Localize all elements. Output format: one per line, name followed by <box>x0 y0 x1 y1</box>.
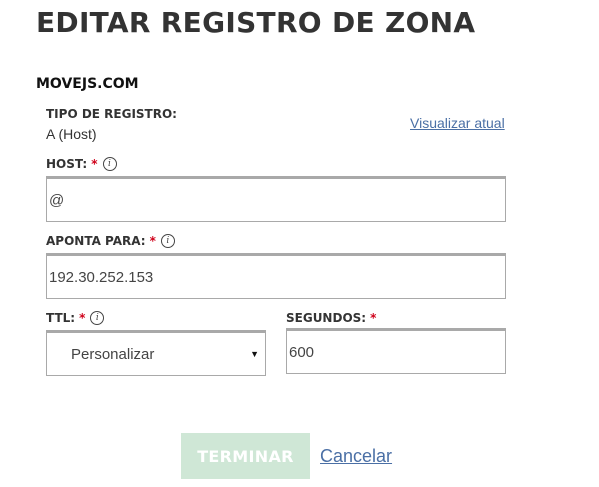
ttl-label-text: TTL: <box>46 311 76 325</box>
host-input-value: @ <box>49 191 65 209</box>
chevron-down-icon: ▼ <box>250 349 259 359</box>
record-type-value: A (Host) <box>46 126 97 142</box>
points-to-label: APONTA PARA: * i <box>46 233 175 249</box>
info-icon[interactable]: i <box>90 311 105 325</box>
record-type-label: TIPO DE REGISTRO: <box>46 106 177 122</box>
ttl-selected-value: Personalizar <box>71 345 155 363</box>
host-label-text: HOST: <box>46 157 88 171</box>
view-current-link[interactable]: Visualizar atual <box>410 114 505 132</box>
cancel-link[interactable]: Cancelar <box>320 445 392 467</box>
seconds-label: SEGUNDOS: * <box>286 310 376 326</box>
seconds-label-text: SEGUNDOS: <box>286 311 367 325</box>
record-type-label-text: TIPO DE REGISTRO: <box>46 107 177 121</box>
required-mark: * <box>149 234 156 248</box>
host-input[interactable]: @ <box>46 176 506 222</box>
info-icon[interactable]: i <box>102 157 117 171</box>
page-title: EDITAR REGISTRO DE ZONA <box>36 6 476 39</box>
domain-name: MOVEJS.COM <box>36 76 139 92</box>
points-to-input-value: 192.30.252.153 <box>49 268 154 286</box>
required-mark: * <box>370 311 377 325</box>
finish-button[interactable]: TERMINAR <box>181 433 310 479</box>
points-to-input[interactable]: 192.30.252.153 <box>46 253 506 299</box>
seconds-input-value: 600 <box>289 343 315 361</box>
required-mark: * <box>79 311 86 325</box>
info-icon[interactable]: i <box>160 234 175 248</box>
required-mark: * <box>91 157 98 171</box>
ttl-select[interactable]: Personalizar ▼ <box>46 330 266 376</box>
host-label: HOST: * i <box>46 156 117 172</box>
ttl-label: TTL: * i <box>46 310 105 326</box>
seconds-input[interactable]: 600 <box>286 328 506 374</box>
points-to-label-text: APONTA PARA: <box>46 234 146 248</box>
